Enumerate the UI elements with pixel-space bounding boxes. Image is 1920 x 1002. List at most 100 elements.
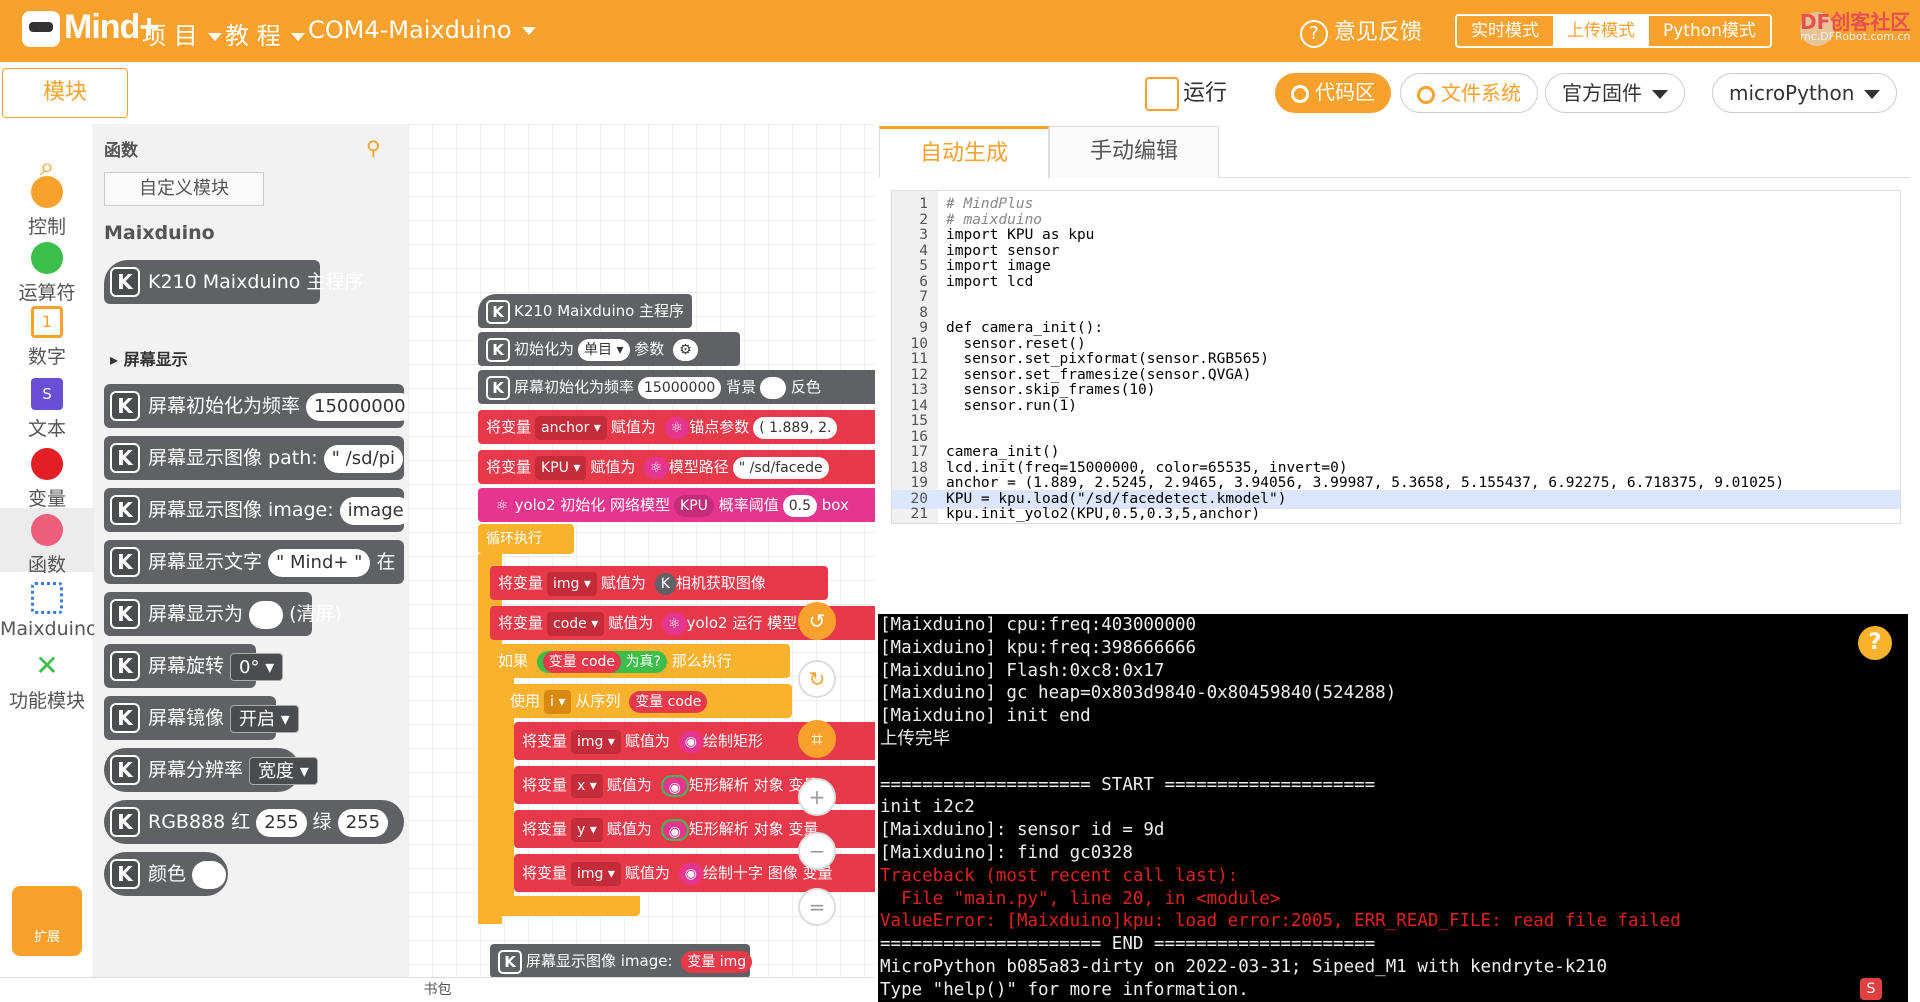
k210-icon: K [110, 807, 140, 837]
block-show-image[interactable]: K 屏幕显示图像 image: image [104, 488, 408, 532]
block-screen-init[interactable]: K 屏幕初始化为频率 15000000 [104, 384, 408, 428]
text-icon: S [31, 378, 63, 410]
category-maixduino[interactable]: Maixduino [0, 582, 98, 640]
zoom-in-icon[interactable]: + [798, 778, 836, 816]
palette-title: 函数 [104, 141, 138, 161]
eye-icon: ◉ [678, 730, 703, 753]
language-select[interactable]: microPython [1712, 73, 1898, 113]
category-operators[interactable]: 运算符 [0, 242, 94, 305]
app-logo[interactable]: Mind+ [22, 8, 159, 48]
code-editor[interactable]: 1 # MindPlus 2 # maixduino 3 import KPU as kp… [891, 190, 1901, 524]
terminal-line: [Maixduino] gc heap=0x803d9840-0x8045984… [880, 683, 1397, 704]
terminal-line: [Maixduino] cpu:freq:403000000 [880, 615, 1197, 635]
undo-icon[interactable]: ↺ [798, 602, 836, 640]
category-control[interactable]: 控制 [0, 176, 94, 239]
eye-icon: ◉ [660, 818, 689, 841]
main-program-block[interactable]: K K210 Maixduino 主程序 [104, 260, 363, 304]
ws-set-kpu-block[interactable]: 将变量 KPU ▾ 赋值为 ⚛ 模型路径 " /sd/facede [478, 450, 875, 484]
section-screen[interactable]: ▸ 屏幕显示 [110, 346, 188, 370]
crop-icon[interactable]: ⌗ [798, 720, 836, 758]
terminal-line: [Maixduino] init end [880, 706, 1091, 727]
block-palette: 函数 ⚲ 自定义模块 Maixduino K K210 Maixduino 主程序… [94, 124, 408, 977]
menu-device[interactable]: COM4-Maixduino [308, 16, 536, 44]
code-text: kpu.init_yolo2(KPU,0.5,0.3,5,anchor) [946, 506, 1261, 522]
ws-screen-init-block[interactable]: K 屏幕初始化为频率 15000000 背景 反色 [478, 370, 875, 404]
tools-icon: ✕ [31, 650, 63, 682]
radio-icon [1417, 85, 1435, 104]
mode-upload[interactable]: 上传模式 [1553, 16, 1649, 46]
custom-module-button[interactable]: 自定义模块 [104, 172, 264, 206]
block-color[interactable]: K 颜色 [104, 852, 228, 896]
ws-if-end [490, 896, 640, 916]
ws-set-anchor-block[interactable]: 将变量 anchor ▾ 赋值为 ⚛ 锚点参数( 1.889, 2. [478, 410, 875, 444]
category-numbers[interactable]: 1 数字 [0, 306, 94, 369]
color-swatch[interactable] [192, 860, 227, 889]
ws-for-block[interactable]: 使用 i ▾ 从序列 变量 code [502, 684, 792, 718]
mode-python[interactable]: Python模式 [1649, 16, 1770, 46]
bookbag-bar[interactable]: 书包 [0, 977, 875, 1002]
terminal-line: ==================== START =============… [880, 774, 1376, 795]
file-system-button[interactable]: 文件系统 [1400, 73, 1538, 113]
block-clear-screen[interactable]: K 屏幕显示为 (清屏) [104, 592, 342, 636]
feedback-button[interactable]: ? 意见反馈 [1300, 14, 1422, 48]
ws-yolo-init-block[interactable]: ⚛ yolo2 初始化 网络模型 KPU 概率阈值 0.5 box [478, 488, 875, 522]
block-rotate[interactable]: K 屏幕旋转 0° ▾ [104, 644, 284, 688]
caret-down-icon [290, 33, 305, 41]
category-function-modules[interactable]: ✕ 功能模块 [0, 650, 94, 713]
radio-icon [1291, 84, 1309, 103]
pin-icon[interactable]: ⚲ [366, 136, 384, 160]
firmware-select[interactable]: 官方固件 [1545, 73, 1685, 113]
menu-project[interactable]: 项 目 [142, 16, 222, 51]
k210-icon: K [486, 375, 510, 400]
redo-icon[interactable]: ↻ [798, 660, 836, 698]
code-area-button[interactable]: 代码区 [1275, 73, 1391, 113]
tab-modules[interactable]: 模块 [2, 68, 128, 118]
k210-icon: K [110, 391, 140, 421]
terminal-line: [Maixduino] Flash:0xc8:0x17 [880, 660, 1165, 681]
block-workspace[interactable]: K K210 Maixduino 主程序 K 初始化为 单目 ▾ 参数 ⚙ K 屏幕初始… [408, 124, 875, 977]
k210-icon: K [486, 299, 510, 324]
ws-if-block[interactable]: 如果 变量 code 为真? 那么执行 [490, 644, 790, 678]
ws-init-block[interactable]: K 初始化为 单目 ▾ 参数 ⚙ [478, 332, 740, 366]
ws-loop-block[interactable]: 循环执行 [478, 524, 574, 554]
function-icon [31, 514, 63, 546]
run-button[interactable]: 运行 [1145, 75, 1227, 111]
serial-terminal[interactable]: [Maixduino] cpu:freq:403000000 [Maixduino… [878, 614, 1908, 1002]
atom-icon: ⚛ [490, 494, 515, 517]
terminal-line: ValueError: [Maixduino]kpu: load error:2… [880, 911, 1681, 932]
help-icon[interactable]: ? [1858, 626, 1892, 660]
mode-realtime[interactable]: 实时模式 [1457, 16, 1553, 46]
zoom-reset-icon[interactable]: = [798, 888, 836, 926]
terminal-line: [Maixduino] kpu:freq:398666666 [880, 637, 1197, 658]
block-rgb888[interactable]: K RGB888 红 255 绿 255 [104, 800, 404, 844]
ws-main-block[interactable]: K K210 Maixduino 主程序 [478, 294, 692, 328]
zoom-out-icon[interactable]: − [798, 832, 836, 870]
tab-manual-edit[interactable]: 手动编辑 [1049, 126, 1219, 178]
color-swatch[interactable] [760, 376, 787, 399]
atom-icon: ⚛ [662, 612, 687, 635]
block-mirror[interactable]: K 屏幕镜像 开启 ▾ [104, 696, 299, 740]
mode-switch: 实时模式 上传模式 Python模式 [1455, 14, 1772, 48]
extensions-button[interactable]: 扩展 [12, 886, 82, 956]
category-text[interactable]: S 文本 [0, 378, 94, 441]
k210-icon: K [110, 495, 140, 525]
upload-icon [1145, 77, 1179, 111]
gear-icon[interactable]: ⚙ [673, 338, 698, 361]
terminal-line: Type "help()" for more information. [880, 979, 1249, 1000]
k210-icon: K [486, 337, 510, 362]
block-resolution[interactable]: K 屏幕分辨率 宽度 ▾ [104, 748, 318, 792]
terminal-line: init i2c2 [880, 797, 975, 818]
block-show-text[interactable]: K 屏幕显示文字 " Mind+ " 在 [104, 540, 404, 584]
terminal-line: [Maixduino]: sensor id = 9d [880, 820, 1165, 841]
block-show-image-path[interactable]: K 屏幕显示图像 path: " /sd/pi [104, 436, 404, 480]
ws-set-img-block[interactable]: 将变量 img ▾ 赋值为 K 相机获取图像 [490, 566, 828, 600]
operators-icon [31, 242, 63, 274]
category-variables[interactable]: 变量 [0, 448, 94, 511]
menu-tutorial[interactable]: 教 程 [225, 16, 305, 51]
code-line[interactable]: 21 kpu.init_yolo2(KPU,0.5,0.3,5,anchor) [892, 505, 1900, 523]
terminal-line: File "main.py", line 20, in <module> [880, 888, 1281, 909]
ws-show-image-block[interactable]: K 屏幕显示图像 image: 变量 img [490, 944, 753, 977]
category-functions[interactable]: 函数 [0, 508, 94, 576]
tab-auto-generate[interactable]: 自动生成 [879, 126, 1049, 178]
color-swatch[interactable] [249, 600, 284, 629]
